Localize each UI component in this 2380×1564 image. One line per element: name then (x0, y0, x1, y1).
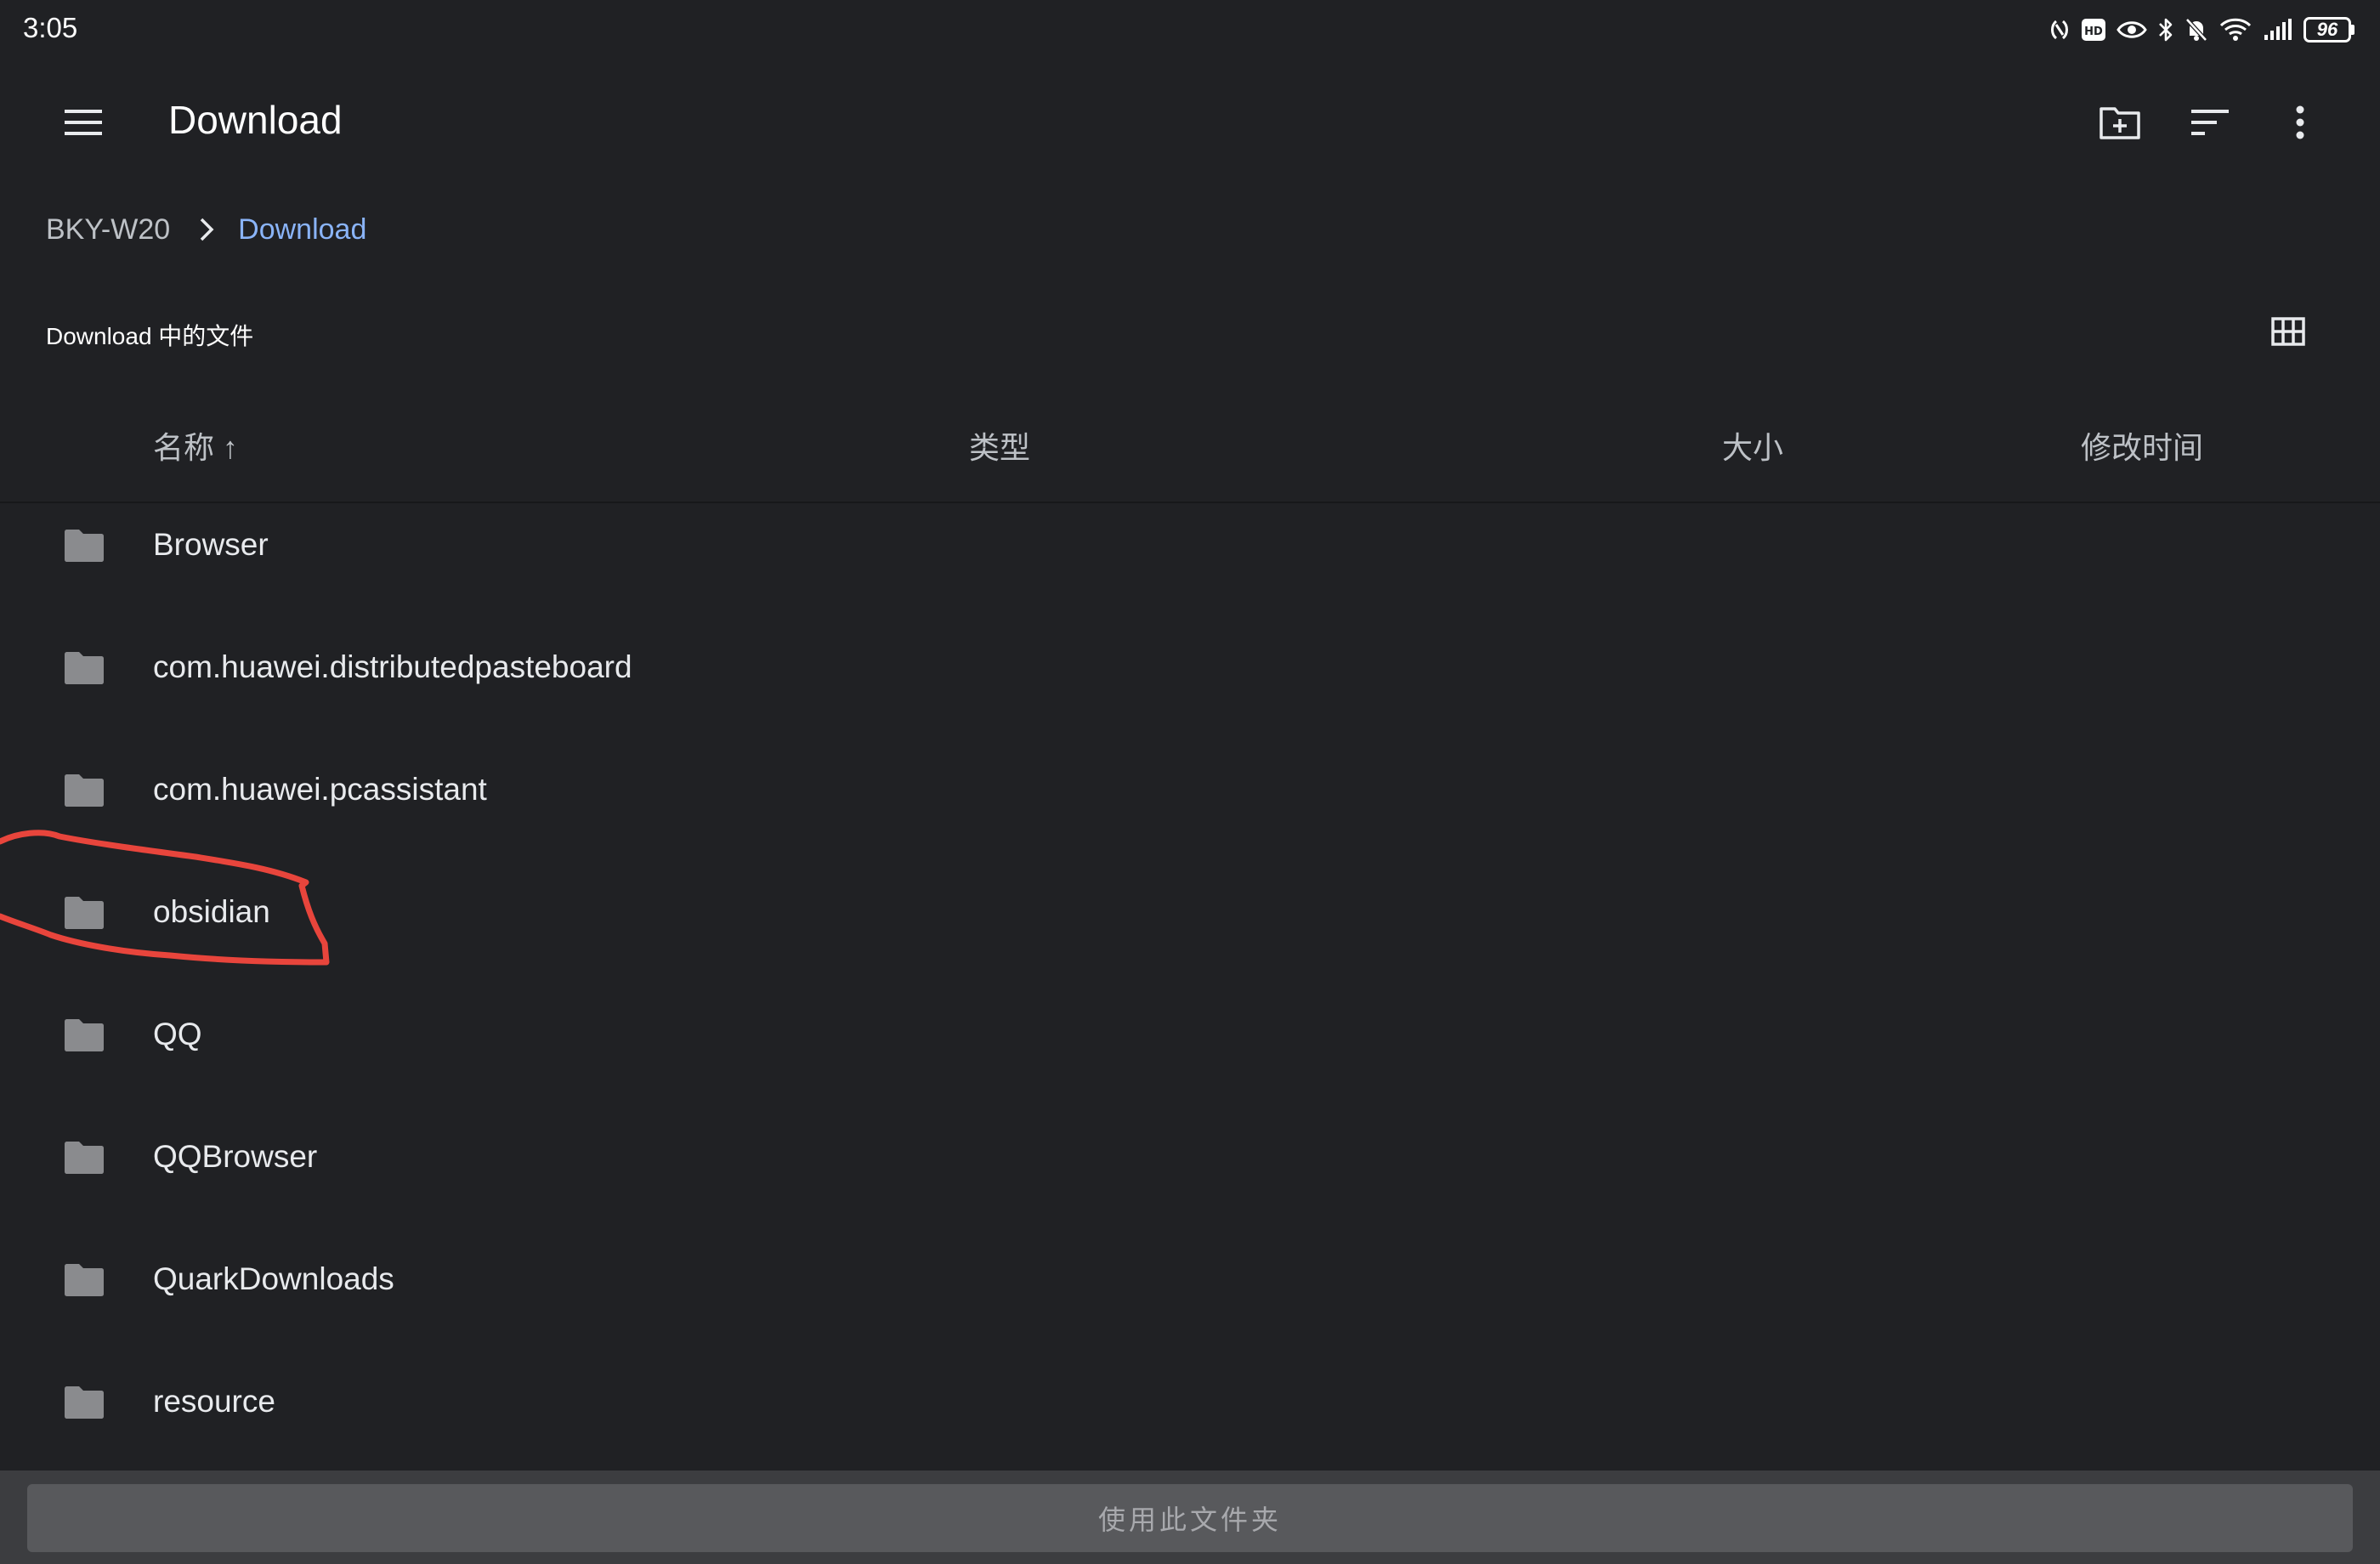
file-name: com.huawei.pcassistant (153, 772, 487, 807)
breadcrumb: BKY-W20 Download (46, 204, 366, 255)
nfc-icon (2048, 17, 2071, 42)
folder-icon (65, 1019, 104, 1051)
folder-icon (65, 774, 104, 807)
wifi-icon (2218, 17, 2252, 42)
list-item[interactable]: QQBrowser (0, 1115, 2380, 1238)
page-title: Download (168, 98, 343, 142)
folder-icon (65, 530, 104, 562)
eye-comfort-icon (2116, 19, 2147, 41)
file-name: QQBrowser (153, 1139, 318, 1174)
list-item[interactable]: QQ (0, 993, 2380, 1115)
more-options-icon[interactable] (2264, 87, 2336, 158)
file-name: QuarkDownloads (153, 1261, 394, 1296)
file-name: obsidian (153, 894, 270, 929)
list-item[interactable]: com.huawei.distributedpasteboard (0, 626, 2380, 748)
list-item[interactable]: QuarkDownloads (0, 1238, 2380, 1360)
battery-level: 96 (2304, 17, 2351, 42)
list-item[interactable]: obsidian (0, 870, 2380, 993)
column-header-type[interactable]: 类型 (969, 418, 1030, 478)
new-folder-icon[interactable] (2084, 87, 2156, 158)
section-title: Download 中的文件 (46, 323, 254, 349)
folder-icon (65, 1264, 104, 1296)
column-header-row: 名称 ↑ 类型 大小 修改时间 (0, 418, 2380, 503)
column-header-size[interactable]: 大小 (1722, 418, 1783, 478)
signal-icon (2263, 18, 2293, 42)
file-list: Browser com.huawei.distributedpasteboard… (0, 503, 2380, 1472)
breadcrumb-root[interactable]: BKY-W20 (46, 213, 170, 246)
status-bar: 3:05 HD 96 (0, 0, 2380, 60)
file-name: com.huawei.distributedpasteboard (153, 649, 632, 684)
status-time: 3:05 (23, 12, 78, 43)
file-name: QQ (153, 1017, 202, 1051)
column-header-name[interactable]: 名称 ↑ (153, 418, 238, 478)
sort-icon[interactable] (2174, 87, 2246, 158)
folder-icon (65, 652, 104, 684)
app-bar: Download (0, 75, 2380, 170)
breadcrumb-current[interactable]: Download (238, 213, 366, 246)
svg-text:HD: HD (2084, 26, 2103, 38)
grid-view-icon[interactable] (2252, 296, 2324, 367)
status-icons: HD 96 (2048, 15, 2354, 44)
use-this-folder-button[interactable]: 使用此文件夹 (27, 1484, 2353, 1552)
hamburger-menu-icon[interactable] (48, 87, 119, 158)
folder-icon (65, 897, 104, 929)
battery-icon: 96 (2304, 17, 2354, 42)
mute-icon (2184, 17, 2208, 42)
folder-icon (65, 1142, 104, 1174)
chevron-right-icon (199, 217, 214, 242)
column-header-modified[interactable]: 修改时间 (2081, 418, 2203, 478)
file-name: Browser (153, 527, 269, 562)
list-item[interactable]: Browser (0, 503, 2380, 626)
list-item[interactable]: resource (0, 1360, 2380, 1472)
bluetooth-icon (2157, 17, 2174, 42)
hd-icon: HD (2081, 18, 2106, 42)
list-item[interactable]: com.huawei.pcassistant (0, 748, 2380, 870)
folder-icon (65, 1386, 104, 1419)
file-name: resource (153, 1384, 275, 1419)
bottom-bar: 使用此文件夹 (0, 1470, 2380, 1564)
